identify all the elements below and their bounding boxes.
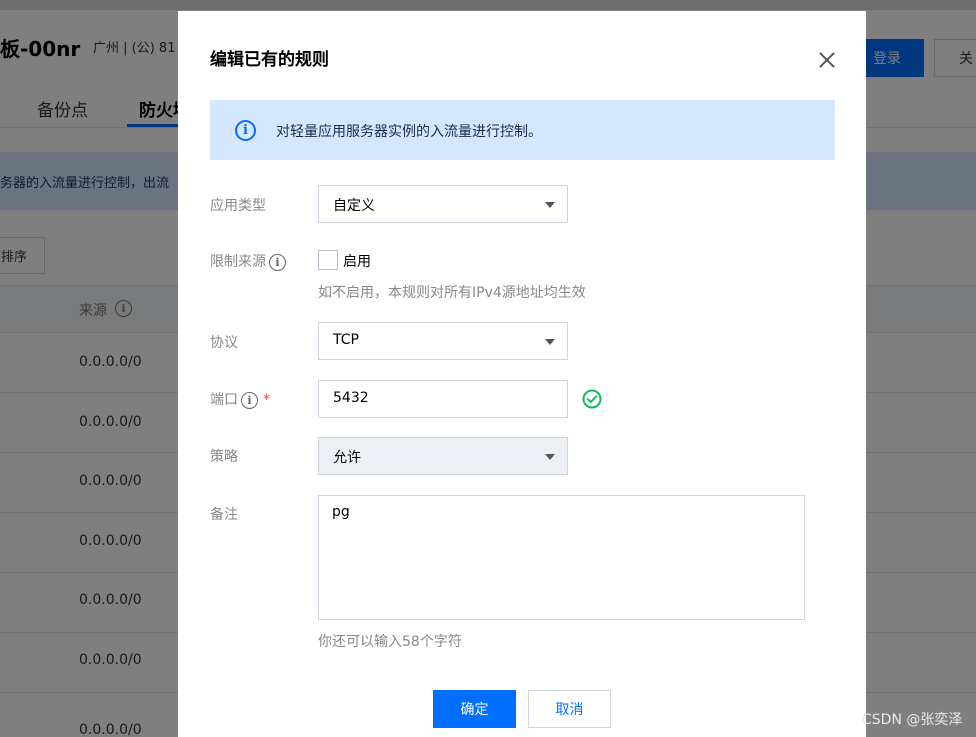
policy-select[interactable]: 允许 [318,437,568,475]
port-label: 端口 [210,392,238,408]
cancel-button[interactable]: 取消 [528,690,611,728]
check-circle-icon [582,389,602,409]
port-input[interactable]: 5432 [318,380,568,418]
close-icon[interactable] [816,49,838,71]
port-label-group: 端口 i * [210,389,270,409]
info-alert-text: 对轻量应用服务器实例的入流量进行控制。 [276,124,542,140]
remark-label: 备注 [210,507,238,523]
source-limit-label: 限制来源 [210,254,266,270]
chevron-down-icon [545,202,555,208]
chevron-down-icon [545,339,555,345]
help-icon[interactable]: i [269,253,286,271]
protocol-label: 协议 [210,335,238,351]
protocol-select[interactable]: TCP [318,322,568,360]
confirm-button[interactable]: 确定 [433,690,516,728]
remark-textarea[interactable]: pg [318,495,805,620]
remark-char-hint: 你还可以输入58个字符 [318,634,462,650]
app-type-label: 应用类型 [210,198,266,214]
dialog-title: 编辑已有的规则 [210,50,329,70]
app-type-value: 自定义 [333,198,375,214]
policy-value: 允许 [333,450,361,466]
source-limit-hint: 如不启用，本规则对所有IPv4源地址均生效 [318,285,586,301]
source-limit-checkbox[interactable] [318,250,338,270]
chevron-down-icon [545,454,555,460]
required-marker: * [263,392,270,408]
protocol-value: TCP [333,332,359,348]
source-limit-checkbox-label[interactable]: 启用 [343,251,371,271]
source-limit-label-group: 限制来源 i [210,251,286,271]
watermark: CSDN @张奕泽 [862,712,963,728]
port-value: 5432 [333,390,369,406]
policy-label: 策略 [210,449,238,465]
edit-rule-dialog: 编辑已有的规则 i 对轻量应用服务器实例的入流量进行控制。 应用类型 自定义 限… [178,11,866,737]
info-icon: i [235,120,256,141]
app-type-select[interactable]: 自定义 [318,185,568,223]
remark-value: pg [332,504,350,520]
info-alert: i 对轻量应用服务器实例的入流量进行控制。 [210,100,835,160]
help-icon[interactable]: i [241,391,258,409]
